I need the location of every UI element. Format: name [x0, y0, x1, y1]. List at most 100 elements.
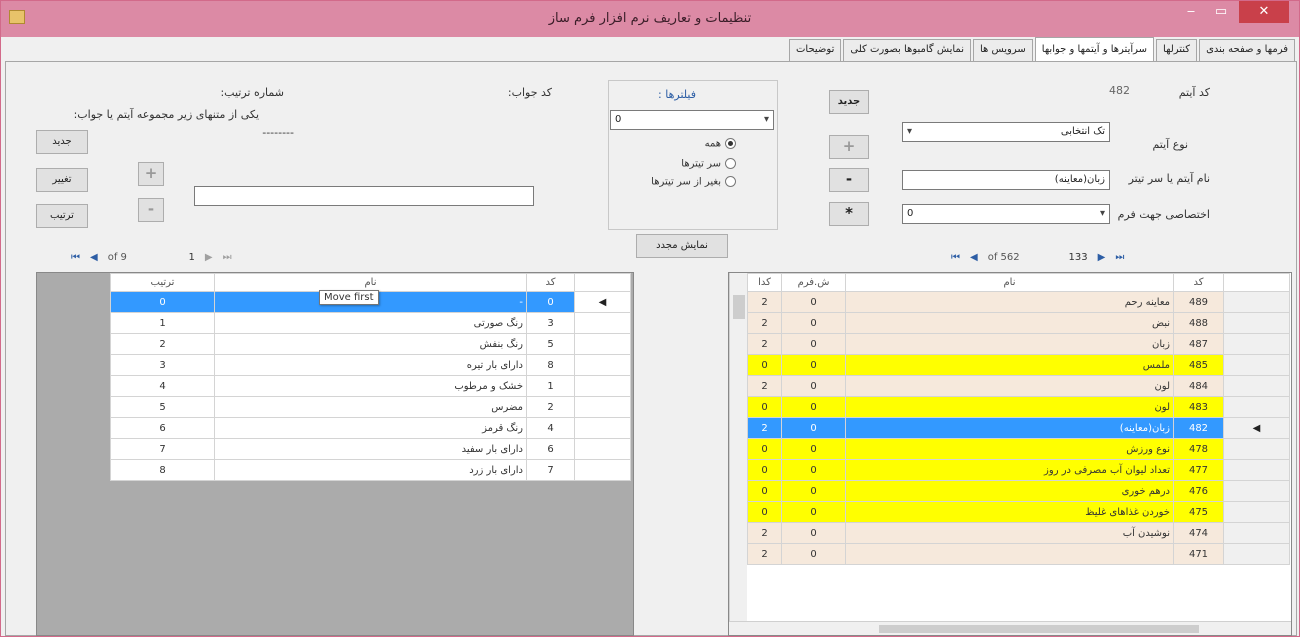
- cell-kd[interactable]: 2: [747, 291, 782, 313]
- cell-name[interactable]: ملمس: [845, 354, 1174, 376]
- cell-code[interactable]: 475: [1173, 501, 1224, 523]
- tab-descriptions[interactable]: توضیحات: [789, 39, 842, 61]
- cell-form[interactable]: 0: [781, 354, 846, 376]
- row-header[interactable]: [1223, 396, 1290, 418]
- items-horizontal-scrollbar[interactable]: [729, 621, 1291, 635]
- column-header-name[interactable]: نام: [214, 273, 527, 292]
- items-vertical-scrollbar[interactable]: [729, 273, 747, 621]
- cell-order[interactable]: 7: [110, 438, 215, 460]
- cell-form[interactable]: 0: [781, 480, 846, 502]
- cell-code[interactable]: 483: [1173, 396, 1224, 418]
- order-answer-button[interactable]: ترتیب: [36, 204, 88, 228]
- row-header[interactable]: ◀: [1223, 417, 1290, 439]
- row-header[interactable]: [1223, 312, 1290, 334]
- remove-answer-button[interactable]: -: [138, 198, 164, 222]
- cell-code[interactable]: 474: [1173, 522, 1224, 544]
- row-header[interactable]: ◀: [574, 291, 631, 313]
- row-header[interactable]: [574, 438, 631, 460]
- minimize-button[interactable]: ‒: [1177, 1, 1205, 23]
- cell-form[interactable]: 0: [781, 396, 846, 418]
- table-row[interactable]: 2 0 471: [747, 543, 1290, 565]
- row-header[interactable]: [574, 417, 631, 439]
- row-header[interactable]: [574, 375, 631, 397]
- row-header[interactable]: [574, 333, 631, 355]
- left-nav-position[interactable]: 1: [137, 252, 195, 263]
- cell-code[interactable]: 8: [526, 354, 575, 376]
- cell-form[interactable]: 0: [781, 438, 846, 460]
- cell-name[interactable]: رنگ صورتی: [214, 312, 527, 334]
- column-header-code[interactable]: کد: [1173, 273, 1224, 292]
- row-header[interactable]: [1223, 291, 1290, 313]
- cell-kd[interactable]: 0: [747, 501, 782, 523]
- remove-item-button[interactable]: -: [829, 168, 869, 192]
- table-row[interactable]: 3 دارای بار تیره 8: [110, 354, 631, 376]
- cell-kd[interactable]: 2: [747, 333, 782, 355]
- row-header[interactable]: [574, 312, 631, 334]
- change-answer-button[interactable]: تغییر: [36, 168, 88, 192]
- table-row[interactable]: 0 0 نوع ورزش 478: [747, 438, 1290, 460]
- title-bar[interactable]: تنظیمات و تعاریف نرم افزار فرم ساز ‒ ▭ ✕: [1, 1, 1299, 37]
- tab-items-answers[interactable]: سرآیترها و آیتمها و جوابها: [1034, 37, 1155, 61]
- row-header[interactable]: [1223, 501, 1290, 523]
- table-row[interactable]: 8 دارای بار زرد 7: [110, 459, 631, 481]
- cell-name[interactable]: نوشیدن آب: [845, 522, 1174, 544]
- cell-code[interactable]: 487: [1173, 333, 1224, 355]
- cell-code[interactable]: 1: [526, 375, 575, 397]
- save-item-button[interactable]: *: [829, 202, 869, 226]
- close-button[interactable]: ✕: [1239, 1, 1289, 23]
- cell-name[interactable]: زبان: [845, 333, 1174, 355]
- cell-kd[interactable]: 0: [747, 459, 782, 481]
- cell-code[interactable]: 485: [1173, 354, 1224, 376]
- cell-kd[interactable]: 0: [747, 354, 782, 376]
- cell-form[interactable]: 0: [781, 291, 846, 313]
- cell-form[interactable]: 0: [781, 501, 846, 523]
- tab-services[interactable]: سرویس ها: [973, 39, 1033, 61]
- cell-name[interactable]: رنگ قرمز: [214, 417, 527, 439]
- table-row[interactable]: 5 مضرس 2: [110, 396, 631, 418]
- cell-kd[interactable]: 2: [747, 312, 782, 334]
- cell-name[interactable]: معاینه رحم: [845, 291, 1174, 313]
- move-previous-icon[interactable]: ◀: [970, 252, 978, 263]
- cell-code[interactable]: 489: [1173, 291, 1224, 313]
- right-nav-position[interactable]: 133: [1030, 252, 1088, 263]
- item-name-input[interactable]: زبان(معاینه): [902, 170, 1110, 190]
- cell-order[interactable]: 1: [110, 312, 215, 334]
- cell-order[interactable]: 3: [110, 354, 215, 376]
- items-grid[interactable]: کدا ش.فرم نام کد 2 0 معاینه رحم 489 2 0 نبض 488…: [728, 272, 1292, 636]
- row-header[interactable]: [1223, 333, 1290, 355]
- item-type-combo[interactable]: تک انتخابی: [902, 122, 1110, 142]
- tab-forms-pages[interactable]: فرمها و صفحه بندی: [1199, 39, 1295, 61]
- table-row[interactable]: 0 0 خوردن غذاهای غلیظ 475: [747, 501, 1290, 523]
- cell-code[interactable]: 484: [1173, 375, 1224, 397]
- row-header[interactable]: [1223, 480, 1290, 502]
- filter-radio-headers[interactable]: سر تیترها: [681, 158, 736, 170]
- scrollbar-thumb[interactable]: [733, 295, 745, 319]
- row-header[interactable]: [1223, 354, 1290, 376]
- table-row[interactable]: 2 0 زبان(معاینه) 482 ◀: [747, 417, 1290, 439]
- new-item-button[interactable]: جدید: [829, 90, 869, 114]
- cell-code[interactable]: 3: [526, 312, 575, 334]
- cell-code[interactable]: 478: [1173, 438, 1224, 460]
- row-header[interactable]: [574, 459, 631, 481]
- cell-name[interactable]: درهم خوری: [845, 480, 1174, 502]
- cell-form[interactable]: 0: [781, 417, 846, 439]
- cell-code[interactable]: 5: [526, 333, 575, 355]
- answer-text-input[interactable]: [194, 186, 534, 206]
- refresh-button[interactable]: نمایش مجدد: [636, 234, 728, 258]
- table-row[interactable]: 2 0 معاینه رحم 489: [747, 291, 1290, 313]
- cell-code[interactable]: 0: [526, 291, 575, 313]
- cell-code[interactable]: 476: [1173, 480, 1224, 502]
- cell-code[interactable]: 471: [1173, 543, 1224, 565]
- tab-controls[interactable]: کنترلها: [1156, 39, 1198, 61]
- row-header[interactable]: [1223, 459, 1290, 481]
- cell-code[interactable]: 6: [526, 438, 575, 460]
- table-row[interactable]: 0 0 تعداد لیوان آب مصرفی در روز 477: [747, 459, 1290, 481]
- move-previous-icon[interactable]: ◀: [90, 252, 98, 263]
- table-row[interactable]: 7 دارای بار سفید 6: [110, 438, 631, 460]
- table-row[interactable]: 0 0 لون 483: [747, 396, 1290, 418]
- cell-form[interactable]: 0: [781, 312, 846, 334]
- cell-name[interactable]: مضرس: [214, 396, 527, 418]
- table-row[interactable]: 2 0 زبان 487: [747, 333, 1290, 355]
- scrollbar-thumb[interactable]: [879, 625, 1199, 633]
- cell-name[interactable]: تعداد لیوان آب مصرفی در روز: [845, 459, 1174, 481]
